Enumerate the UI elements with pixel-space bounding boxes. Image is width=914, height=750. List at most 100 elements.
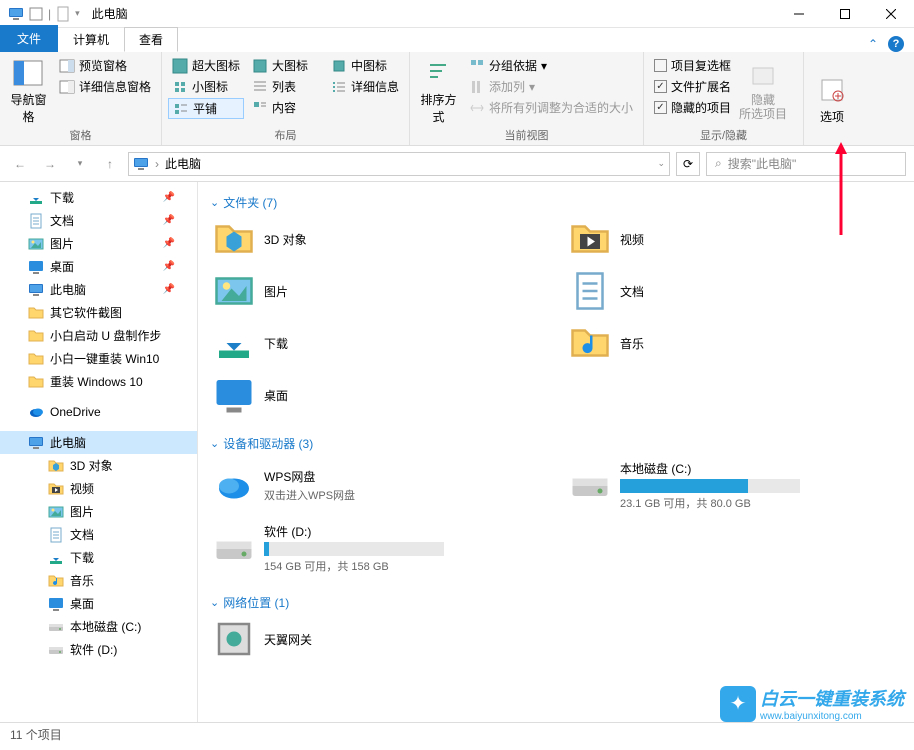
video-icon xyxy=(570,219,610,259)
sidebar-item[interactable]: 重装 Windows 10 xyxy=(0,370,197,393)
sidebar-item[interactable]: OneDrive xyxy=(0,401,197,423)
download-icon xyxy=(214,323,254,363)
doc-icon[interactable] xyxy=(55,6,71,22)
sidebar-item[interactable]: 视频 xyxy=(0,477,197,500)
desktop-icon xyxy=(214,375,254,415)
addcol-icon xyxy=(469,79,485,95)
ribbon: 导航窗格 预览窗格 详细信息窗格 窗格 超大图标 小图标 平铺 大图标 列表 内… xyxy=(0,52,914,146)
recent-dropdown[interactable]: ▾ xyxy=(68,152,92,176)
sidebar-item[interactable]: 图片 xyxy=(0,500,197,523)
file-item[interactable]: WPS网盘双击进入WPS网盘 xyxy=(210,456,546,515)
drive-icon xyxy=(214,529,254,569)
sidebar-item[interactable]: 下载📌 xyxy=(0,186,197,209)
file-item[interactable]: 视频 xyxy=(566,215,902,263)
sidebar-item[interactable]: 音乐 xyxy=(0,569,197,592)
refresh-button[interactable]: ⟳ xyxy=(676,152,700,176)
layout-medium[interactable]: 中图标 xyxy=(327,56,403,75)
xlarge-icon xyxy=(172,58,188,74)
details-pane-button[interactable]: 详细信息窗格 xyxy=(55,77,155,96)
sidebar-item[interactable]: 此电脑📌 xyxy=(0,278,197,301)
large-icon xyxy=(252,58,268,74)
sidebar-item[interactable]: 图片📌 xyxy=(0,232,197,255)
maximize-button[interactable] xyxy=(822,0,868,28)
group-showhide-label: 显示/隐藏 xyxy=(650,125,797,143)
pin-icon: 📌 xyxy=(163,261,175,272)
sidebar-item[interactable]: 文档📌 xyxy=(0,209,197,232)
pic-icon xyxy=(214,271,254,311)
3d-icon xyxy=(214,219,254,259)
sidebar-item[interactable]: 文档 xyxy=(0,523,197,546)
sidebar-item[interactable]: 其它软件截图 xyxy=(0,301,197,324)
groupby-button[interactable]: 分组依据 ▾ xyxy=(465,56,637,75)
sidebar-item-label: 图片 xyxy=(70,503,94,520)
sidebar-item-label: 下载 xyxy=(70,549,94,566)
file-item[interactable]: 天翼网关 xyxy=(210,615,546,663)
close-button[interactable] xyxy=(868,0,914,28)
sidebar-item[interactable]: 小白启动 U 盘制作步 xyxy=(0,324,197,347)
window-title: 此电脑 xyxy=(92,5,128,22)
help-icon[interactable]: ? xyxy=(888,36,904,52)
layout-xlarge[interactable]: 超大图标 xyxy=(168,56,244,75)
layout-small[interactable]: 小图标 xyxy=(168,77,244,96)
file-item[interactable]: 软件 (D:)154 GB 可用，共 158 GB xyxy=(210,519,546,578)
section-header[interactable]: 文件夹 (7) xyxy=(210,190,902,215)
fitcols-button[interactable]: 将所有列调整为合适的大小 xyxy=(465,98,637,117)
sidebar-item[interactable]: 下载 xyxy=(0,546,197,569)
file-item[interactable]: 3D 对象 xyxy=(210,215,546,263)
sidebar-item[interactable]: 软件 (D:) xyxy=(0,638,197,661)
addcol-button[interactable]: 添加列 ▾ xyxy=(465,77,637,96)
file-sub: 双击进入WPS网盘 xyxy=(264,487,542,503)
file-item[interactable]: 音乐 xyxy=(566,319,902,367)
checkbox-icon xyxy=(654,101,667,114)
sidebar-item[interactable]: 桌面📌 xyxy=(0,255,197,278)
address-dropdown[interactable]: ⌄ xyxy=(657,158,665,169)
tab-computer[interactable]: 计算机 xyxy=(58,27,124,52)
layout-content[interactable]: 内容 xyxy=(248,98,323,117)
tab-view[interactable]: 查看 xyxy=(124,27,178,52)
ribbon-tabs: 文件 计算机 查看 ⌃ ? xyxy=(0,28,914,52)
nav-pane-button[interactable]: 导航窗格 xyxy=(6,56,51,125)
sidebar-item[interactable]: 此电脑 xyxy=(0,431,197,454)
qat-dropdown[interactable]: ▾ xyxy=(75,8,80,19)
group-current-label: 当前视图 xyxy=(416,125,637,143)
file-label: WPS网盘 xyxy=(264,468,542,485)
up-button[interactable]: ↑ xyxy=(98,152,122,176)
options-button[interactable]: 选项 xyxy=(810,56,854,143)
file-item[interactable]: 文档 xyxy=(566,267,902,315)
watermark-logo: ✦ xyxy=(720,686,756,722)
layout-list[interactable]: 列表 xyxy=(248,77,323,96)
section-header[interactable]: 网络位置 (1) xyxy=(210,590,902,615)
checkbox-hidden[interactable]: 隐藏的项目 xyxy=(650,98,735,117)
hide-items-button[interactable]: 隐藏 所选项目 xyxy=(739,56,787,125)
file-item[interactable]: 下载 xyxy=(210,319,546,367)
checkbox-ext[interactable]: 文件扩展名 xyxy=(650,77,735,96)
desktop-icon xyxy=(28,259,44,275)
save-icon[interactable] xyxy=(28,6,44,22)
sort-button[interactable]: 排序方式 xyxy=(416,56,461,125)
section-header[interactable]: 设备和驱动器 (3) xyxy=(210,431,902,456)
minimize-button[interactable] xyxy=(776,0,822,28)
sidebar-item[interactable]: 小白一键重装 Win10 xyxy=(0,347,197,370)
collapse-ribbon-icon[interactable]: ⌃ xyxy=(868,37,878,51)
checkbox-itemcheck[interactable]: 项目复选框 xyxy=(650,56,735,75)
layout-detail[interactable]: 详细信息 xyxy=(327,77,403,96)
back-button[interactable]: ← xyxy=(8,152,32,176)
file-item[interactable]: 桌面 xyxy=(210,371,546,419)
sidebar-item-label: 音乐 xyxy=(70,572,94,589)
sidebar-item[interactable]: 桌面 xyxy=(0,592,197,615)
file-item[interactable]: 本地磁盘 (C:)23.1 GB 可用，共 80.0 GB xyxy=(566,456,902,515)
file-item[interactable]: 图片 xyxy=(210,267,546,315)
layout-large[interactable]: 大图标 xyxy=(248,56,323,75)
layout-tiles[interactable]: 平铺 xyxy=(168,98,244,119)
pin-icon: 📌 xyxy=(163,284,175,295)
breadcrumb[interactable]: 此电脑 xyxy=(165,155,201,172)
search-input[interactable]: ⌕ 搜索"此电脑" xyxy=(706,152,906,176)
status-text: 11 个项目 xyxy=(10,726,62,743)
sidebar-item[interactable]: 3D 对象 xyxy=(0,454,197,477)
forward-button[interactable]: → xyxy=(38,152,62,176)
sidebar-item[interactable]: 本地磁盘 (C:) xyxy=(0,615,197,638)
pc-icon xyxy=(133,156,149,172)
preview-pane-button[interactable]: 预览窗格 xyxy=(55,56,155,75)
tab-file[interactable]: 文件 xyxy=(0,25,58,52)
address-bar[interactable]: › 此电脑 ⌄ xyxy=(128,152,670,176)
